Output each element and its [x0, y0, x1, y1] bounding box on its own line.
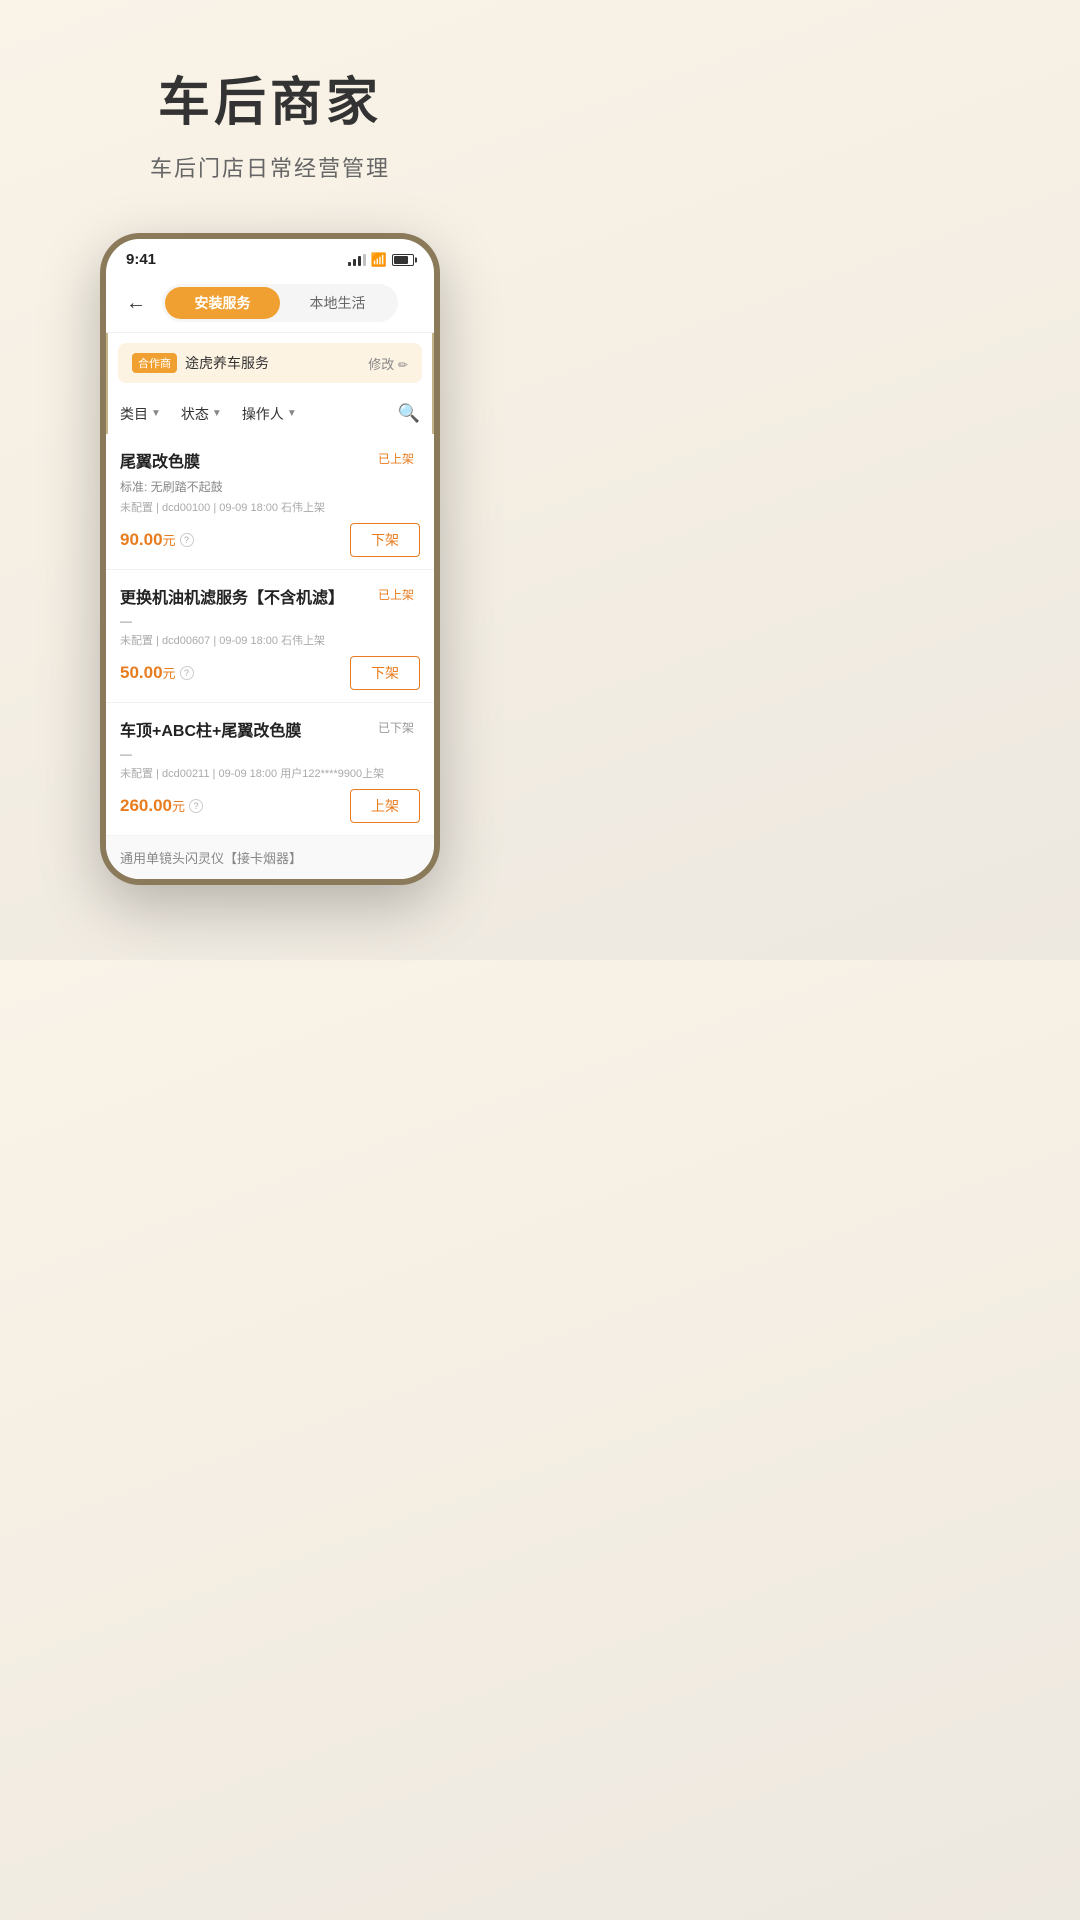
- service-price-1: 90.00元: [120, 530, 176, 550]
- top-section: 车后商家 车后门店日常经营管理: [0, 0, 540, 213]
- service-price-2: 50.00元: [120, 663, 176, 683]
- filter-operator[interactable]: 操作人 ▼: [242, 404, 297, 424]
- sub-title: 车后门店日常经营管理: [40, 151, 500, 183]
- filter-status[interactable]: 状态 ▼: [181, 404, 222, 424]
- service-meta-2: 未配置 | dcd00607 | 09-09 18:00 石伟上架: [120, 632, 420, 648]
- partner-banner: 合作商 途虎养车服务 修改 ✏: [118, 343, 422, 383]
- partner-name: 途虎养车服务: [185, 353, 269, 373]
- battery-icon: [392, 254, 414, 266]
- service-meta-3: 未配置 | dcd00211 | 09-09 18:00 用户122****99…: [120, 765, 420, 781]
- nav-bar: ← 安装服务 本地生活: [106, 276, 434, 333]
- signal-icon: [348, 254, 366, 266]
- service-footer-3: 260.00元 ? 上架: [120, 789, 420, 823]
- service-standard-2: —: [120, 614, 420, 628]
- partner-edit-button[interactable]: 修改 ✏: [368, 354, 408, 373]
- service-list: 尾翼改色膜 已上架 标准: 无刷踏不起鼓 未配置 | dcd00100 | 09…: [106, 434, 434, 879]
- service-item-3: 车顶+ABC柱+尾翼改色膜 已下架 — 未配置 | dcd00211 | 09-…: [106, 703, 434, 836]
- service-status-3: 已下架: [372, 717, 420, 738]
- price-info-3: 260.00元 ?: [120, 796, 203, 816]
- partner-left: 合作商 途虎养车服务: [132, 353, 269, 373]
- service-price-3: 260.00元: [120, 796, 185, 816]
- action-button-3[interactable]: 上架: [350, 789, 420, 823]
- service-status-2: 已上架: [372, 584, 420, 605]
- price-info-icon-3[interactable]: ?: [189, 799, 203, 813]
- action-button-1[interactable]: 下架: [350, 523, 420, 557]
- service-name-2: 更换机油机滤服务【不含机滤】: [120, 584, 364, 608]
- search-button[interactable]: 🔍: [398, 403, 420, 424]
- main-title: 车后商家: [40, 60, 500, 135]
- service-footer-2: 50.00元 ? 下架: [120, 656, 420, 690]
- service-meta-1: 未配置 | dcd00100 | 09-09 18:00 石伟上架: [120, 499, 420, 515]
- status-bar: 9:41 📶: [106, 239, 434, 276]
- service-status-1: 已上架: [372, 448, 420, 469]
- phone-wrapper: 9:41 📶 ← 安装服务 本地生活 合作商 途虎养车服: [0, 213, 540, 885]
- tab-local-life[interactable]: 本地生活: [280, 287, 395, 319]
- price-info-2: 50.00元 ?: [120, 663, 194, 683]
- operator-arrow-icon: ▼: [287, 408, 297, 419]
- wifi-icon: 📶: [371, 252, 387, 268]
- service-name-1: 尾翼改色膜: [120, 448, 364, 472]
- filter-bar: 类目 ▼ 状态 ▼ 操作人 ▼ 🔍: [106, 393, 434, 434]
- tab-install-service[interactable]: 安装服务: [165, 287, 280, 319]
- partner-badge: 合作商: [132, 353, 177, 373]
- price-info-1: 90.00元 ?: [120, 530, 194, 550]
- phone-mockup: 9:41 📶 ← 安装服务 本地生活 合作商 途虎养车服: [100, 233, 440, 885]
- service-header-2: 更换机油机滤服务【不含机滤】 已上架: [120, 584, 420, 608]
- price-info-icon-2[interactable]: ?: [180, 666, 194, 680]
- filter-category[interactable]: 类目 ▼: [120, 404, 161, 424]
- status-arrow-icon: ▼: [212, 408, 222, 419]
- status-time: 9:41: [126, 251, 156, 268]
- service-footer-1: 90.00元 ? 下架: [120, 523, 420, 557]
- action-button-2[interactable]: 下架: [350, 656, 420, 690]
- service-name-3: 车顶+ABC柱+尾翼改色膜: [120, 717, 364, 741]
- tab-group: 安装服务 本地生活: [162, 284, 398, 322]
- price-info-icon-1[interactable]: ?: [180, 533, 194, 547]
- service-standard-1: 标准: 无刷踏不起鼓: [120, 478, 420, 495]
- service-item-1: 尾翼改色膜 已上架 标准: 无刷踏不起鼓 未配置 | dcd00100 | 09…: [106, 434, 434, 570]
- service-header-1: 尾翼改色膜 已上架: [120, 448, 420, 472]
- service-standard-3: —: [120, 747, 420, 761]
- category-arrow-icon: ▼: [151, 408, 161, 419]
- bottom-hint: 通用单镜头闪灵仪【接卡烟器】: [106, 836, 434, 879]
- status-icons: 📶: [348, 252, 414, 268]
- service-item-2: 更换机油机滤服务【不含机滤】 已上架 — 未配置 | dcd00607 | 09…: [106, 570, 434, 703]
- back-button[interactable]: ←: [122, 288, 150, 319]
- edit-icon: ✏: [398, 358, 408, 372]
- service-header-3: 车顶+ABC柱+尾翼改色膜 已下架: [120, 717, 420, 741]
